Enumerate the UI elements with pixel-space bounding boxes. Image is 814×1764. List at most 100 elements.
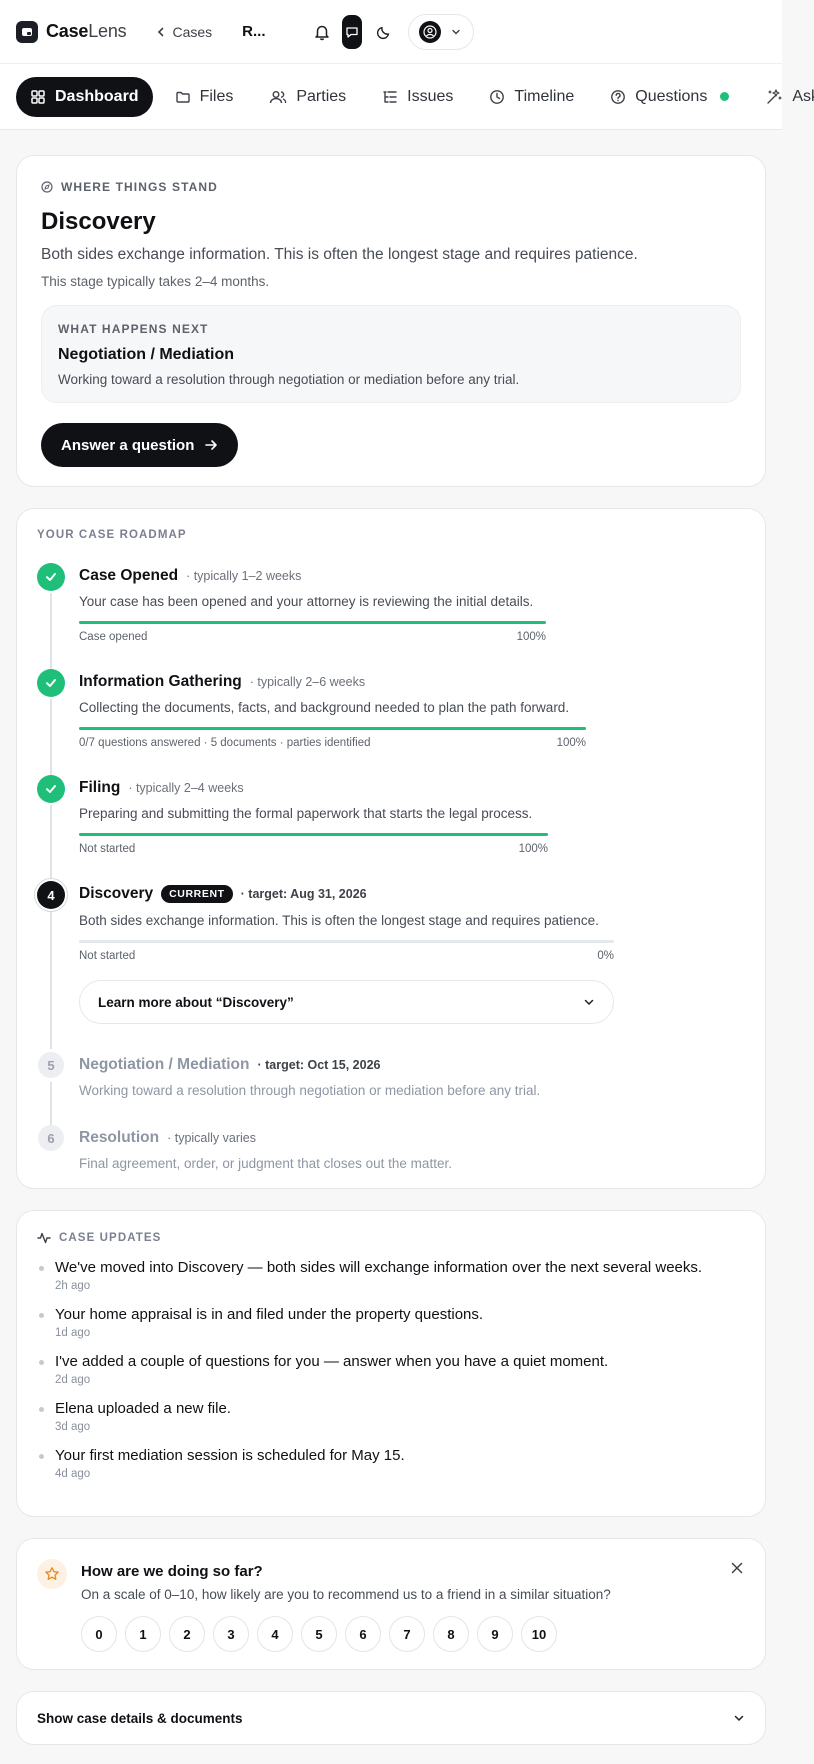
app-logo[interactable]: CaseLens [16,20,127,43]
stage-complete-check-icon [37,563,65,591]
stage-complete-check-icon [37,775,65,803]
stage-name: Case Opened [79,567,179,584]
stage-progress-percent: 0% [597,950,614,962]
stage-description: Working toward a resolution through nego… [79,1083,541,1098]
tab-issues[interactable]: Issues [368,77,467,117]
update-text: Your home appraisal is in and filed unde… [55,1306,484,1323]
stage-complete-check-icon [37,669,65,697]
close-icon [731,1562,743,1574]
tab-label: Questions [635,87,708,105]
stage-name: Filing [79,779,121,796]
update-time: 2h ago [55,1280,91,1292]
stage-progress-percent: 100% [516,631,546,643]
stage-name: Negotiation / Mediation [79,1056,250,1073]
learn-more-discovery-toggle[interactable]: Learn more about “Discovery” [79,980,614,1024]
account-menu[interactable] [407,13,474,50]
roadmap-stage-negotiation: 5 Negotiation / Mediation · target: Oct … [37,1052,745,1125]
nps-option-1[interactable]: 1 [125,1616,161,1652]
sparkle-icon [767,88,782,104]
stage-description: Both sides exchange information. This is… [79,913,599,928]
case-roadmap-card: Your case roadmap Case Opened · typicall… [16,508,766,1189]
stage-description: Preparing and submitting the formal pape… [79,806,533,821]
back-to-cases-link[interactable]: Cases [156,24,212,40]
arrow-right-icon [205,440,218,450]
tab-bar: Dashboard Files Parties Issues Timeline … [0,64,814,130]
nps-option-6[interactable]: 6 [345,1616,381,1652]
roadmap-stage-filing: Filing · typically 2–4 weeks Preparing a… [37,775,745,881]
update-item: We've moved into Discovery — both sides … [37,1259,745,1292]
tab-label: Ask [792,87,814,105]
nps-option-2[interactable]: 2 [169,1616,205,1652]
update-text: We've moved into Discovery — both sides … [55,1259,703,1276]
nps-option-3[interactable]: 3 [213,1616,249,1652]
moon-icon [376,26,389,39]
new-questions-indicator [720,92,730,101]
chat-icon [345,26,358,38]
show-case-details-toggle[interactable]: Show case details & documents [16,1691,766,1745]
roadmap-stage-resolution: 6 Resolution · typically varies Final ag… [37,1125,745,1171]
nps-option-9[interactable]: 9 [477,1616,513,1652]
survey-title: How are we doing so far? [81,1563,263,1580]
nps-option-4[interactable]: 4 [257,1616,293,1652]
tab-ask[interactable]: Ask [751,77,814,117]
stage-progress-bar [79,833,548,836]
grid-icon [31,89,45,104]
answer-question-label: Answer a question [61,436,195,454]
learn-more-label: Learn more about “Discovery” [98,994,294,1010]
chevron-down-icon [451,29,460,34]
back-label: Cases [172,23,213,40]
close-survey-button[interactable] [731,1561,743,1579]
chevron-down-icon [584,999,594,1006]
roadmap-stage-information-gathering: Information Gathering · typically 2–6 we… [37,669,745,775]
update-item: I've added a couple of questions for you… [37,1353,745,1386]
tab-dashboard[interactable]: Dashboard [16,76,153,117]
section-eyebrow: Where things stand [61,180,218,194]
stage-number-badge: 5 [38,1052,64,1078]
nps-option-7[interactable]: 7 [389,1616,425,1652]
stage-meta: · typically 2–6 weeks [249,675,366,689]
nps-option-10[interactable]: 10 [521,1616,557,1652]
roadmap-stage-case-opened: Case Opened · typically 1–2 weeks Your c… [37,563,745,669]
nps-survey-card: How are we doing so far? On a scale of 0… [16,1538,766,1670]
stage-connector [50,911,52,1049]
update-time: 3d ago [55,1421,91,1433]
activity-icon [37,1232,51,1244]
current-case-title: R... [242,23,266,40]
stage-connector [50,1082,52,1125]
stage-progress-percent: 100% [518,843,548,855]
notifications-button[interactable] [306,16,338,48]
list-icon [383,90,397,103]
nps-option-0[interactable]: 0 [81,1616,117,1652]
tab-files[interactable]: Files [161,77,248,117]
tab-timeline[interactable]: Timeline [475,77,588,117]
theme-toggle-button[interactable] [368,16,400,48]
what-happens-next-box: What happens next Negotiation / Mediatio… [41,305,741,403]
stage-progress-bar [79,621,546,624]
star-icon [37,1559,67,1589]
nps-option-8[interactable]: 8 [433,1616,469,1652]
tab-parties[interactable]: Parties [255,77,360,117]
messages-button[interactable] [341,14,362,49]
answer-question-button[interactable]: Answer a question [41,423,239,467]
stage-progress-label: Not started [79,950,136,962]
update-text: I've added a couple of questions for you… [55,1353,609,1370]
stage-description: Both sides exchange information. This is… [41,246,638,263]
update-time: 1d ago [55,1327,91,1339]
avatar [418,20,441,43]
current-stage-badge: CURRENT [161,885,233,903]
help-circle-icon [611,89,626,104]
stage-connector [50,593,52,669]
nps-option-5[interactable]: 5 [301,1616,337,1652]
stage-description: Your case has been opened and your attor… [79,594,534,609]
update-text: Elena uploaded a new file. [55,1400,231,1417]
tab-questions[interactable]: Questions [596,77,743,117]
stage-progress-bar [79,727,586,730]
tab-label: Dashboard [55,87,139,105]
update-text: Your first mediation session is schedule… [55,1447,405,1464]
stage-title: Discovery [41,208,156,235]
tab-label: Issues [407,87,454,105]
stage-meta: · typically varies [167,1131,257,1145]
stage-duration: This stage typically takes 2–4 months. [41,274,270,289]
update-time: 2d ago [55,1374,91,1386]
stage-description: Final agreement, order, or judgment that… [79,1156,452,1171]
